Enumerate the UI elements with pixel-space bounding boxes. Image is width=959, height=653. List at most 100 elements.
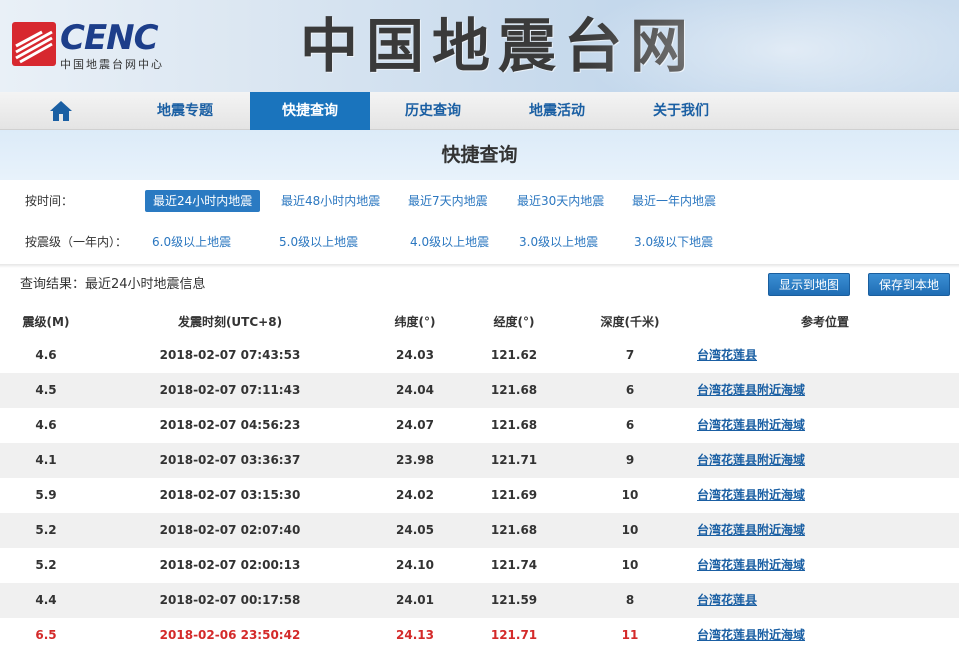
show-map-button[interactable]: 显示到地图 xyxy=(768,273,851,296)
section-divider xyxy=(0,264,959,268)
header-latitude: 纬度(°) xyxy=(394,315,436,329)
cell-time: 2018-02-07 07:11:43 xyxy=(159,383,301,397)
cell-magnitude: 4.4 xyxy=(35,593,57,607)
cell-latitude: 24.10 xyxy=(396,558,434,572)
cell-latitude: 24.07 xyxy=(396,418,434,432)
nav-item-history-query[interactable]: 历史查询 xyxy=(373,92,493,130)
cell-magnitude: 4.5 xyxy=(35,383,57,397)
cell-latitude: 23.98 xyxy=(396,453,434,467)
table-row: 4.6 2018-02-07 07:43:53 24.03 121.62 7 台湾花莲县 xyxy=(0,338,959,373)
cell-longitude: 121.71 xyxy=(490,628,538,642)
page-title: 快捷查询 xyxy=(441,144,518,166)
logo-subtitle: 中国地震台网中心 xyxy=(60,58,164,71)
cell-location[interactable]: 台湾花莲县附近海域 xyxy=(697,443,937,478)
cell-longitude: 121.74 xyxy=(490,558,538,572)
cell-longitude: 121.68 xyxy=(490,418,538,432)
save-local-button[interactable]: 保存到本地 xyxy=(868,273,951,296)
cell-latitude: 24.03 xyxy=(396,348,434,362)
table-header: 震级(M) 发震时刻(UTC+8) 纬度(°) 经度(°) 深度(千米) 参考位… xyxy=(0,306,959,338)
cell-depth: 8 xyxy=(625,593,635,607)
nav-item-earthquake-topics[interactable]: 地震专题 xyxy=(125,92,245,130)
cell-longitude: 121.69 xyxy=(490,488,538,502)
time-filter-row: 按时间： 最近24小时内地震 最近48小时内地震 最近7天内地震 最近30天内地… xyxy=(0,184,959,218)
table-row: 4.4 2018-02-07 00:17:58 24.01 121.59 8 台湾花莲县 xyxy=(0,583,959,618)
time-filter-48h[interactable]: 最近48小时内地震 xyxy=(281,190,380,212)
home-icon[interactable] xyxy=(48,98,74,124)
cell-location[interactable]: 台湾花莲县附近海域 xyxy=(697,548,937,583)
magnitude-filter-6[interactable]: 6.0级以上地震 xyxy=(152,231,231,253)
cell-depth: 10 xyxy=(621,488,639,502)
cell-latitude: 24.04 xyxy=(396,383,434,397)
time-filter-label: 按时间： xyxy=(25,194,74,208)
cell-location[interactable]: 台湾花莲县 xyxy=(697,338,937,373)
cell-longitude: 121.62 xyxy=(490,348,538,362)
header-depth: 深度(千米) xyxy=(600,315,660,329)
cell-location[interactable]: 台湾花莲县附近海域 xyxy=(697,408,937,443)
cell-time: 2018-02-06 23:50:42 xyxy=(159,628,301,642)
cell-longitude: 121.68 xyxy=(490,383,538,397)
time-filter-1y[interactable]: 最近一年内地震 xyxy=(632,190,716,212)
cell-latitude: 24.01 xyxy=(396,593,434,607)
table-row: 6.5 2018-02-06 23:50:42 24.13 121.71 11 台湾花莲县… xyxy=(0,618,959,653)
cell-time: 2018-02-07 00:17:58 xyxy=(159,593,301,607)
cell-time: 2018-02-07 07:43:53 xyxy=(159,348,301,362)
cell-time: 2018-02-07 02:00:13 xyxy=(159,558,301,572)
cell-latitude: 24.13 xyxy=(396,628,434,642)
magnitude-filter-label: 按震级（一年内）： xyxy=(25,235,128,249)
site-title: 中国地震台网 xyxy=(300,12,697,80)
cell-magnitude: 4.6 xyxy=(35,418,57,432)
header-time: 发震时刻(UTC+8) xyxy=(177,315,283,329)
cell-magnitude: 5.9 xyxy=(35,488,57,502)
magnitude-filter-3[interactable]: 3.0级以上地震 xyxy=(519,231,598,253)
header-location: 参考位置 xyxy=(800,315,849,329)
results-label: 查询结果：最近24小时地震信息 xyxy=(20,277,206,292)
table-row: 5.2 2018-02-07 02:07:40 24.05 121.68 10 台湾花莲县… xyxy=(0,513,959,548)
nav-item-seismic-activity[interactable]: 地震活动 xyxy=(497,92,617,130)
page-title-band: 快捷查询 xyxy=(0,130,959,180)
time-filter-24h[interactable]: 最近24小时内地震 xyxy=(145,190,261,212)
cell-longitude: 121.68 xyxy=(490,523,538,537)
cell-time: 2018-02-07 03:15:30 xyxy=(159,488,301,502)
magnitude-filter-5[interactable]: 5.0级以上地震 xyxy=(279,231,358,253)
main-nav: 地震专题 快捷查询 历史查询 地震活动 关于我们 xyxy=(0,92,959,130)
cell-magnitude: 6.5 xyxy=(35,628,57,642)
cell-location[interactable]: 台湾花莲县附近海域 xyxy=(697,618,937,653)
cell-magnitude: 4.1 xyxy=(35,453,57,467)
cell-time: 2018-02-07 02:07:40 xyxy=(159,523,301,537)
cell-time: 2018-02-07 03:36:37 xyxy=(159,453,301,467)
cell-depth: 7 xyxy=(625,348,635,362)
cell-latitude: 24.02 xyxy=(396,488,434,502)
cell-location[interactable]: 台湾花莲县附近海域 xyxy=(697,478,937,513)
cell-location[interactable]: 台湾花莲县附近海域 xyxy=(697,373,937,408)
magnitude-filter-row: 按震级（一年内）： 6.0级以上地震 5.0级以上地震 4.0级以上地震 3.0… xyxy=(0,225,959,259)
table-row: 5.9 2018-02-07 03:15:30 24.02 121.69 10 台湾花莲县… xyxy=(0,478,959,513)
table-row: 4.1 2018-02-07 03:36:37 23.98 121.71 9 台湾花莲县附… xyxy=(0,443,959,478)
table-row: 4.6 2018-02-07 04:56:23 24.07 121.68 6 台湾花莲县附… xyxy=(0,408,959,443)
table-row: 4.5 2018-02-07 07:11:43 24.04 121.68 6 台湾花莲县附… xyxy=(0,373,959,408)
nav-item-about-us[interactable]: 关于我们 xyxy=(621,92,741,130)
logo-text: CENC xyxy=(60,18,159,58)
table-row: 5.2 2018-02-07 02:00:13 24.10 121.74 10 台湾花莲县… xyxy=(0,548,959,583)
cell-latitude: 24.05 xyxy=(396,523,434,537)
magnitude-filter-below-3[interactable]: 3.0级以下地震 xyxy=(634,231,713,253)
time-filter-30d[interactable]: 最近30天内地震 xyxy=(517,190,604,212)
cell-location[interactable]: 台湾花莲县附近海域 xyxy=(697,513,937,548)
time-filter-7d[interactable]: 最近7天内地震 xyxy=(408,190,488,212)
cell-longitude: 121.71 xyxy=(490,453,538,467)
cell-depth: 10 xyxy=(621,523,639,537)
cenc-logo[interactable]: CENC 中国地震台网中心 xyxy=(12,18,192,73)
cell-magnitude: 5.2 xyxy=(35,558,57,572)
nav-item-quick-query[interactable]: 快捷查询 xyxy=(250,92,370,130)
cell-depth: 6 xyxy=(625,418,635,432)
site-header: CENC 中国地震台网中心 中国地震台网 xyxy=(0,0,959,92)
magnitude-filter-4[interactable]: 4.0级以上地震 xyxy=(410,231,489,253)
cell-location[interactable]: 台湾花莲县 xyxy=(697,583,937,618)
cell-depth: 10 xyxy=(621,558,639,572)
cenc-logo-icon xyxy=(12,22,56,66)
cell-depth: 11 xyxy=(621,628,639,642)
cell-time: 2018-02-07 04:56:23 xyxy=(159,418,301,432)
header-magnitude: 震级(M) xyxy=(22,315,70,329)
cell-depth: 6 xyxy=(625,383,635,397)
cell-longitude: 121.59 xyxy=(490,593,538,607)
cell-depth: 9 xyxy=(625,453,635,467)
